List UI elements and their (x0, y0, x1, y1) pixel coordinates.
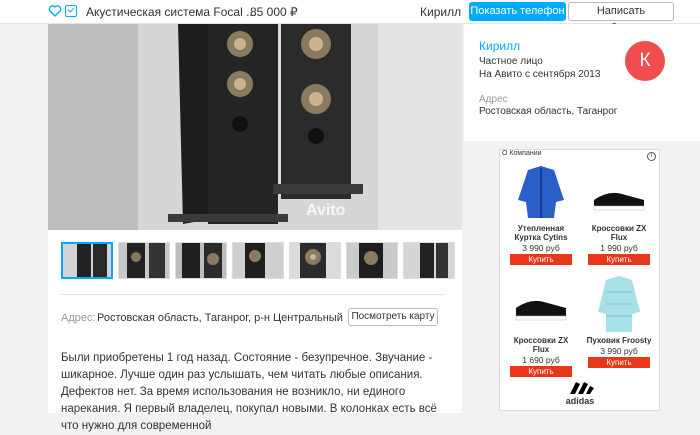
ad-company-tag[interactable]: О Компании (500, 150, 544, 157)
thumbnail[interactable] (346, 242, 398, 279)
buy-button[interactable]: Купить (510, 254, 572, 265)
seller-address-label: Адрес (479, 94, 508, 105)
down-jacket-image (588, 272, 650, 334)
compare-icon[interactable] (65, 5, 77, 17)
ad-product[interactable]: Кроссовки ZX Flux 1 990 руб Купить (584, 160, 654, 265)
seller-address-value: Ростовская область, Таганрог (479, 106, 618, 117)
speaker-photo (48, 24, 462, 230)
buy-button[interactable]: Купить (588, 357, 650, 368)
seller-type: Частное лицо (479, 56, 543, 67)
ad-product[interactable]: Утепленная Куртка Cytins 3 990 руб Купит… (506, 160, 576, 265)
thumbnail[interactable] (118, 242, 170, 279)
ad-banner[interactable]: О Компании i Утепленная Куртка Cytins 3 … (499, 149, 660, 411)
ad-product[interactable]: Пуховик Froosty 3 990 руб Купить (584, 272, 654, 368)
address-label: Адрес: (61, 312, 96, 324)
listing-title: Акустическая система Focal ... (86, 5, 257, 19)
thumbnail[interactable] (403, 242, 455, 279)
buy-button[interactable]: Купить (510, 366, 572, 377)
seller-name[interactable]: Кирилл (479, 39, 520, 53)
avito-watermark: Avito (306, 202, 346, 219)
sticky-header: Акустическая система Focal ... 85 000 ₽ … (0, 0, 700, 34)
show-map-button[interactable]: Посмотреть карту (348, 308, 438, 326)
adidas-stripes-icon (570, 382, 594, 394)
jacket-image (510, 160, 572, 222)
buy-button[interactable]: Купить (588, 254, 650, 265)
description-text: Были приобретены 1 год назад. Состояние … (61, 352, 437, 432)
thumbnail[interactable] (175, 242, 227, 279)
thumbnail[interactable] (61, 242, 113, 279)
listing-price: 85 000 ₽ (250, 5, 298, 19)
write-message-button[interactable]: Написать сообщение (568, 2, 674, 34)
sneaker-image (510, 272, 572, 334)
ad-product[interactable]: Кроссовки ZX Flux 1 690 руб Купить (506, 272, 576, 377)
adidas-logo[interactable]: adidas (560, 380, 600, 406)
seller-card: Кирилл Частное лицо На Авито с сентября … (464, 24, 700, 141)
divider (61, 294, 445, 295)
address-value: Ростовская область, Таганрог, р-н Центра… (97, 312, 343, 324)
main-photo[interactable]: Avito (48, 24, 462, 230)
show-phone-button[interactable]: Показать телефон (469, 2, 566, 21)
thumbnail[interactable] (289, 242, 341, 279)
avatar[interactable]: К (625, 41, 665, 81)
thumbnail[interactable] (232, 242, 284, 279)
listing-content: Avito Адрес: Ростовская область, Таганро… (48, 24, 462, 432)
favorite-heart-icon[interactable] (48, 4, 62, 18)
seller-since: На Авито с сентября 2013 (479, 69, 601, 80)
seller-name-link[interactable]: Кирилл (420, 5, 461, 19)
sneaker-image (588, 160, 650, 222)
